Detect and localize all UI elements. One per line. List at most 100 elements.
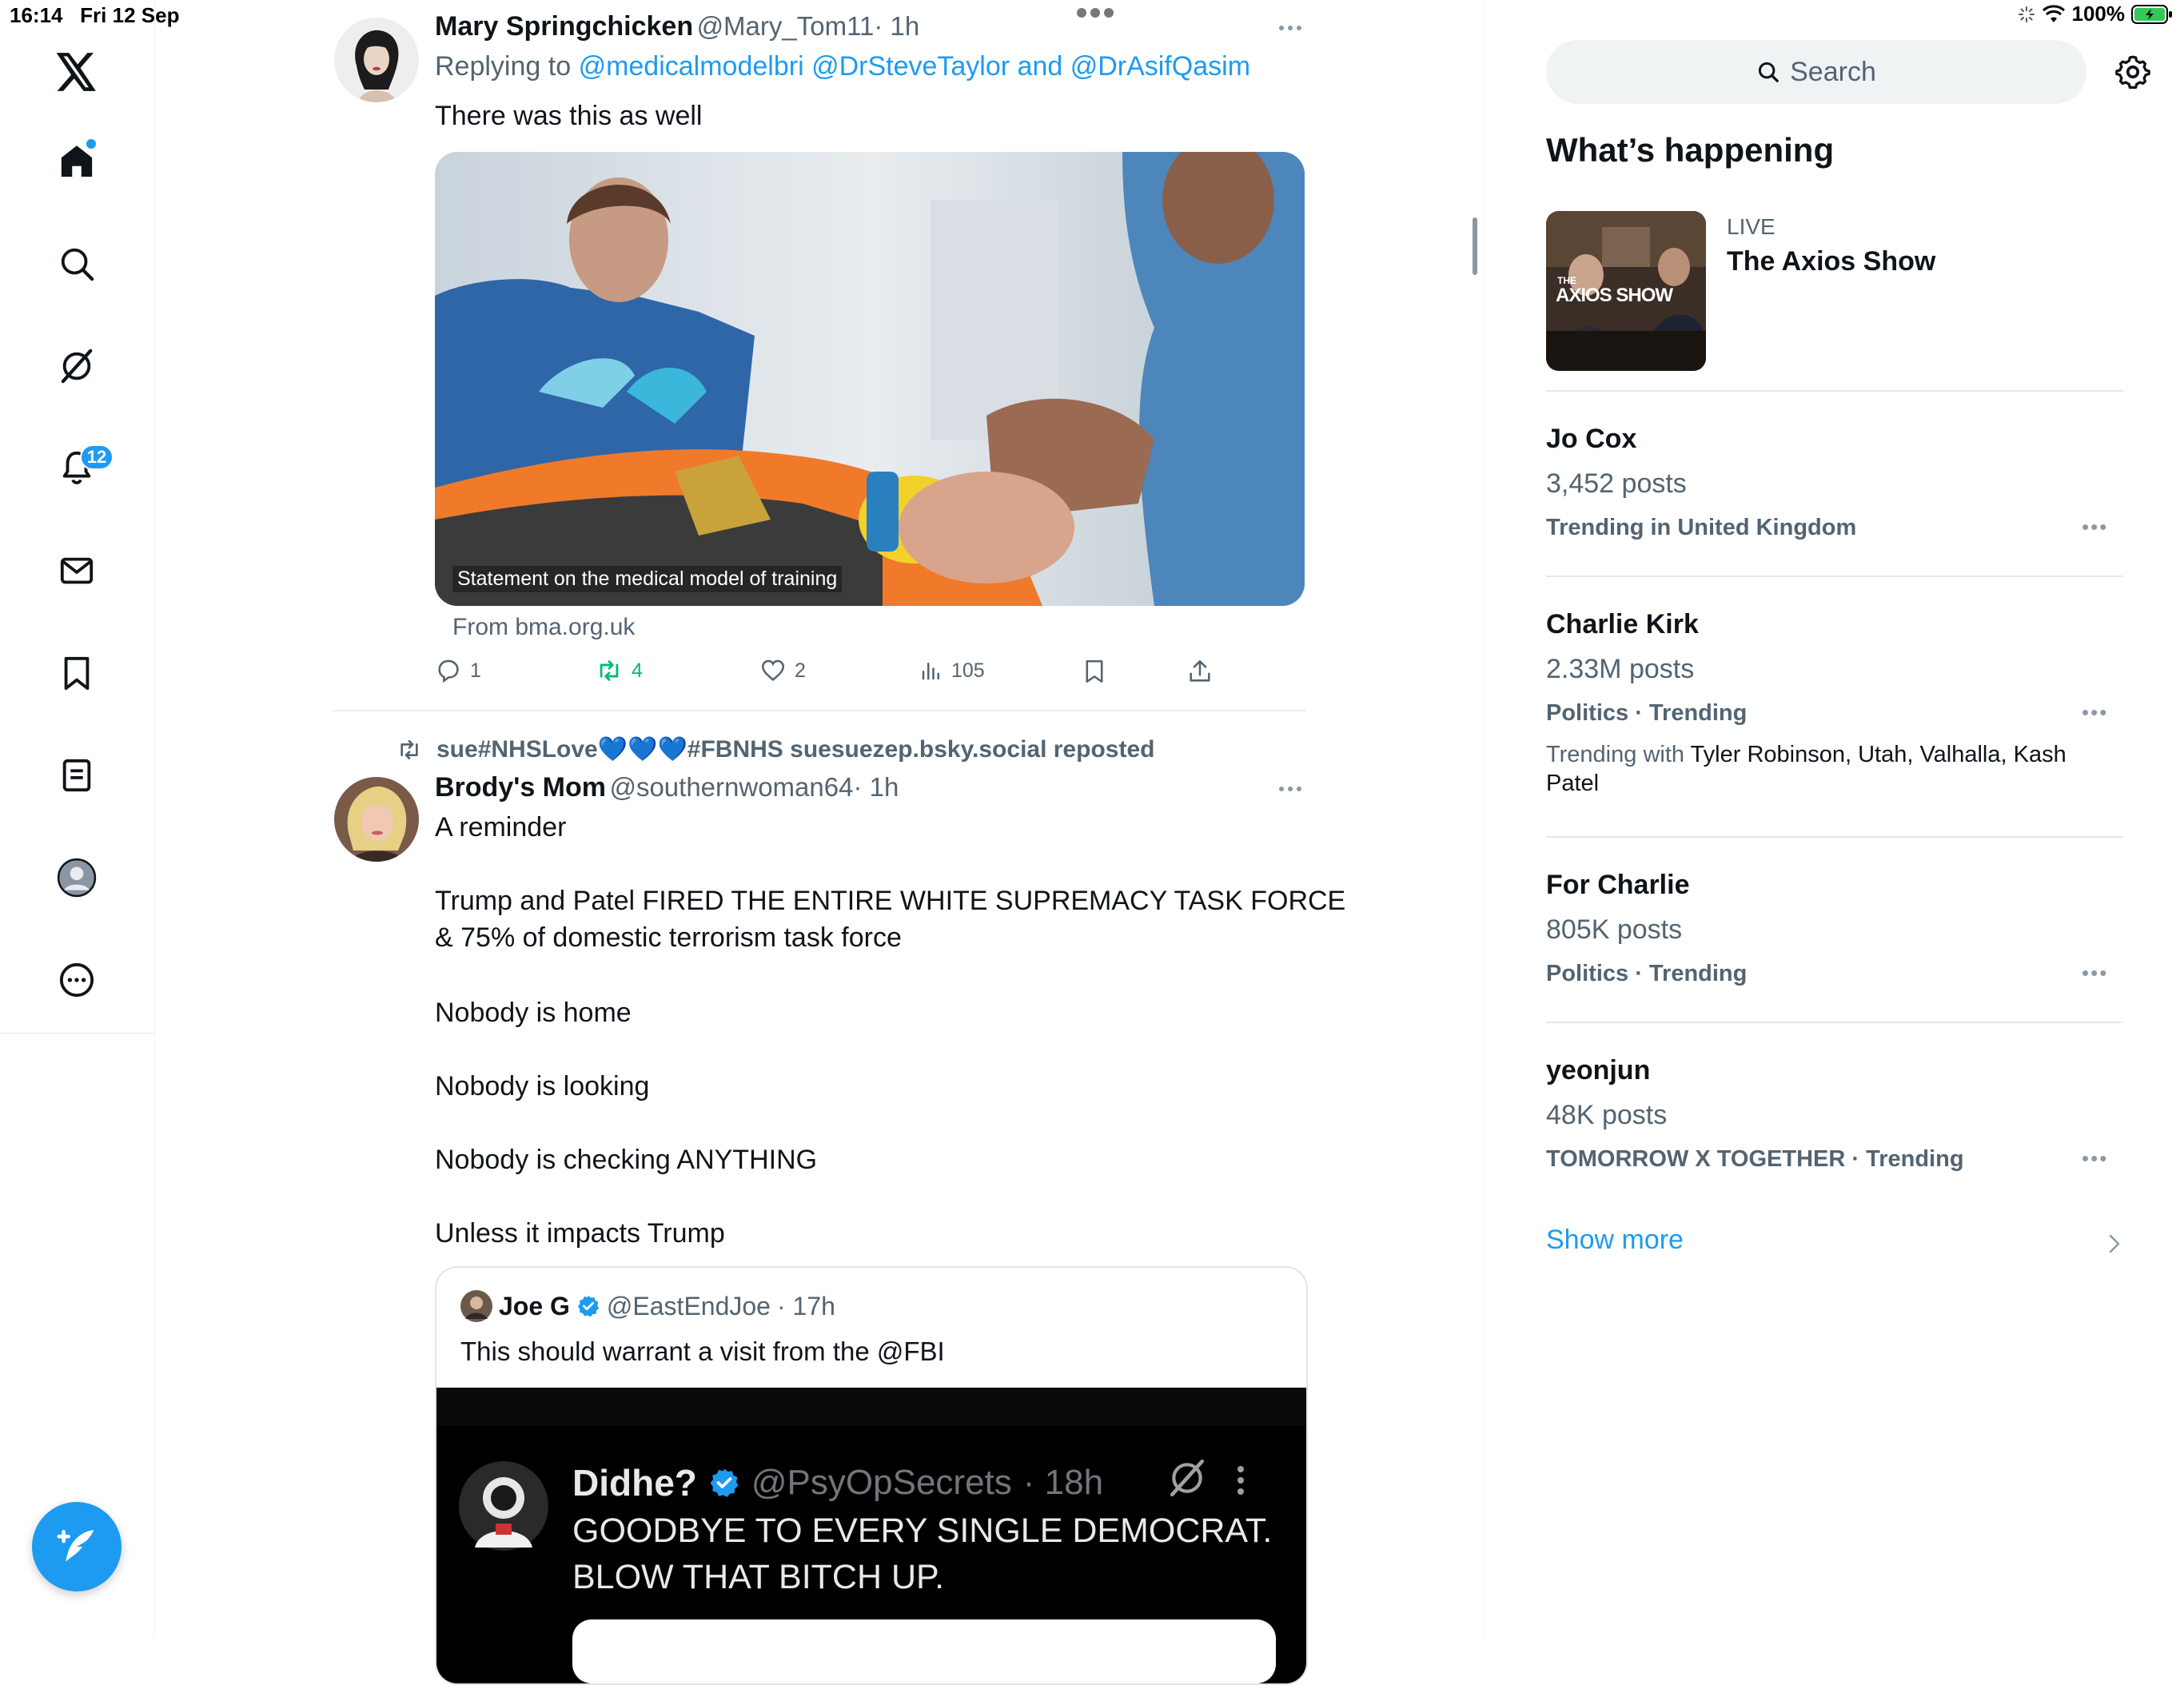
- show-more-link[interactable]: Show more: [1546, 1225, 1684, 1256]
- trend-count: 805K posts: [1546, 914, 1683, 945]
- trend-item-jo-cox[interactable]: Jo Cox 3,452 posts Trending in United Ki…: [1546, 424, 2123, 552]
- heart-icon: [761, 659, 785, 681]
- trend-item-for-charlie[interactable]: For Charlie 805K posts Politics · Trendi…: [1546, 870, 2123, 998]
- tweet2-time: · 1h: [853, 772, 899, 802]
- search-placeholder: Search: [1790, 56, 1876, 87]
- thumb-text: AXIOS SHOW: [1556, 285, 1673, 306]
- tweet2-author-handle[interactable]: @southernwoman64: [609, 772, 853, 802]
- compose-post-button[interactable]: [32, 1502, 122, 1591]
- tweet1-reply-button[interactable]: 1: [435, 657, 481, 684]
- tweet1-repost-count: 4: [632, 659, 643, 682]
- trend-more-icon[interactable]: •••: [2082, 1146, 2108, 1171]
- tweet1-views-button[interactable]: 105: [919, 657, 985, 684]
- tweet2-more-icon[interactable]: [1277, 785, 1303, 793]
- tweet1-like-button[interactable]: 2: [759, 657, 806, 684]
- home-icon[interactable]: [45, 129, 109, 193]
- avatar-mary-springchicken[interactable]: [334, 18, 419, 102]
- bookmark-icon[interactable]: [45, 641, 109, 705]
- trend-count: 3,452 posts: [1546, 468, 1687, 499]
- live-show-title[interactable]: The Axios Show: [1727, 246, 1935, 277]
- trend-with: Trending with Tyler Robinson, Utah, Valh…: [1546, 740, 2106, 798]
- tweet1-text: There was this as well: [435, 101, 703, 131]
- tweet1-author-name[interactable]: Mary Springchicken: [435, 11, 693, 42]
- lists-icon[interactable]: [45, 743, 109, 807]
- tweet1-header: Mary Springchicken @Mary_Tom11· 1h: [435, 11, 919, 42]
- trend-meta: TOMORROW X TOGETHER · Trending: [1546, 1146, 1964, 1172]
- inner-more-vertical-icon: [1237, 1466, 1244, 1495]
- profile-icon[interactable]: [45, 846, 109, 910]
- trend-count: 48K posts: [1546, 1100, 1668, 1130]
- inner-verified-badge-icon: [710, 1468, 739, 1497]
- trend-item-charlie-kirk[interactable]: Charlie Kirk 2.33M posts Politics · Tren…: [1546, 609, 2123, 809]
- explore-settings-button[interactable]: [2110, 50, 2155, 94]
- trend-meta: Trending in United Kingdom: [1546, 515, 1857, 540]
- quote-screenshot-image[interactable]: Didhe? @PsyOpSecrets · 18h GOODBYE TO EVE…: [436, 1388, 1306, 1683]
- tweet2-header: Brody's Mom @southernwoman64· 1h: [435, 772, 899, 803]
- trend-title: Charlie Kirk: [1546, 609, 1699, 639]
- sidebar-divider: [1546, 576, 2123, 577]
- repost-banner[interactable]: sue#NHSLove💙💙💙#FBNHS suesuezep.bsky.soci…: [395, 735, 1154, 763]
- quote-avatar[interactable]: [460, 1290, 492, 1322]
- tweet-divider: [333, 710, 1306, 711]
- live-show-thumbnail[interactable]: THE AXIOS SHOW: [1546, 211, 1706, 371]
- grok-icon[interactable]: [45, 334, 109, 398]
- trend-item-yeonjun[interactable]: yeonjun 48K posts TOMORROW X TOGETHER · …: [1546, 1055, 2123, 1183]
- sidebar-divider: [1546, 1022, 2123, 1023]
- window-drag-handle-icon[interactable]: [1075, 6, 1115, 19]
- quote-time: · 17h: [776, 1291, 835, 1321]
- tweet1-author-handle[interactable]: @Mary_Tom11: [697, 11, 875, 41]
- tweet1-more-icon[interactable]: [1277, 24, 1303, 32]
- quote-author-name: Joe G: [499, 1291, 570, 1321]
- tweet1-replying-prefix: Replying to: [435, 51, 572, 82]
- verified-badge-icon: [577, 1295, 600, 1317]
- tweet2-line-4: Nobody is home: [435, 998, 632, 1028]
- repost-banner-text: sue#NHSLove💙💙💙#FBNHS suesuezep.bsky.soci…: [436, 736, 1155, 763]
- trend-more-icon[interactable]: •••: [2082, 961, 2108, 986]
- tweet1-repost-button[interactable]: 4: [595, 657, 643, 684]
- screenshot-top-strip: [436, 1388, 1306, 1426]
- more-options-icon[interactable]: [45, 948, 109, 1012]
- mail-icon[interactable]: [45, 539, 109, 603]
- trend-meta: Politics · Trending: [1546, 961, 1748, 986]
- tweet1-bookmark-icon[interactable]: [1081, 657, 1108, 686]
- quote-text: This should warrant a visit from the @FB…: [460, 1336, 945, 1366]
- tweet2-line-7: Unless it impacts Trump: [435, 1218, 725, 1249]
- avatar-brodys-mom[interactable]: [334, 777, 419, 862]
- tweet1-link-card-image[interactable]: [435, 152, 1305, 606]
- repost-icon: [600, 660, 619, 681]
- compose-feather-icon: [57, 1530, 94, 1562]
- search-input[interactable]: Search: [1546, 40, 2086, 104]
- nav-divider: [0, 1033, 154, 1034]
- tweet1-share-icon[interactable]: [1186, 657, 1214, 686]
- inner-author-handle: @PsyOpSecrets: [751, 1463, 1012, 1502]
- chevron-right-icon[interactable]: [2107, 1233, 2122, 1255]
- repost-banner-icon: [401, 739, 418, 759]
- feed-scroll-indicator[interactable]: [1473, 217, 1477, 275]
- notifications-badge: 12: [80, 444, 114, 470]
- tweet2-line-2: Trump and Patel FIRED THE ENTIRE WHITE S…: [435, 886, 1346, 916]
- inner-tweet-text: GOODBYE TO EVERY SINGLE DEMOCRAT. BLOW T…: [572, 1508, 1272, 1600]
- quoted-tweet-card[interactable]: Joe G @EastEndJoe · 17h This should warra…: [435, 1266, 1308, 1685]
- quote-header: Joe G @EastEndJoe · 17h: [460, 1290, 835, 1322]
- search-icon[interactable]: [45, 232, 109, 296]
- reply-icon: [438, 659, 459, 683]
- trend-title: For Charlie: [1546, 870, 1690, 900]
- tweet1-replying-to[interactable]: @medicalmodelbri @DrSteveTaylor and @DrA…: [579, 51, 1250, 82]
- trend-more-icon[interactable]: •••: [2082, 515, 2108, 540]
- inner-embedded-card: [572, 1619, 1276, 1683]
- quote-author-handle: @EastEndJoe: [606, 1291, 771, 1321]
- trend-with-prefix: Trending with: [1546, 742, 1685, 767]
- tweet1-view-count: 105: [951, 659, 985, 682]
- trend-more-icon[interactable]: •••: [2082, 700, 2108, 725]
- tweet2-line-5: Nobody is looking: [435, 1071, 650, 1101]
- tweet1-replying-line: Replying to @medicalmodelbri @DrSteveTay…: [435, 51, 1250, 82]
- whats-happening-title: What’s happening: [1546, 131, 1835, 169]
- tweet1-link-source[interactable]: From bma.org.uk: [452, 614, 635, 641]
- trend-title: yeonjun: [1546, 1055, 1651, 1085]
- x-logo-icon[interactable]: [45, 40, 109, 104]
- tweet2-line-1: A reminder: [435, 812, 567, 842]
- tweet2-author-name[interactable]: Brody's Mom: [435, 772, 606, 803]
- tweet1-reply-count: 1: [470, 659, 481, 682]
- tweet2-line-6: Nobody is checking ANYTHING: [435, 1145, 818, 1175]
- inner-avatar-astronaut: [459, 1461, 548, 1551]
